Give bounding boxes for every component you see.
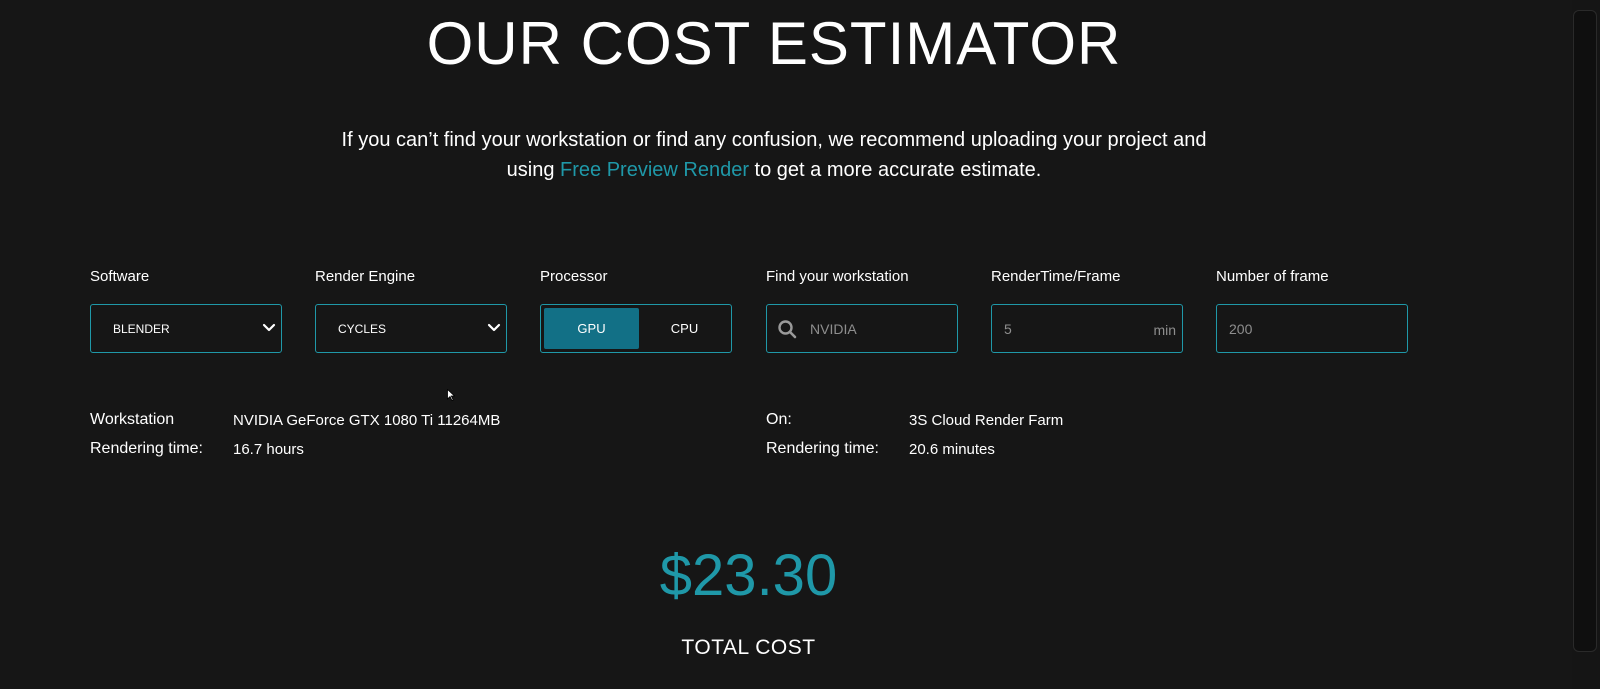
render-time-unit: min xyxy=(1153,322,1176,338)
frames-value: 200 xyxy=(1229,321,1253,337)
scrollbar-track[interactable] xyxy=(1572,0,1600,689)
local-rendering-time-value: 16.7 hours xyxy=(233,441,304,458)
intro-line-2: using Free Preview Render to get a more … xyxy=(0,155,1548,185)
cost-estimator-page: OUR COST ESTIMATOR If you can’t find you… xyxy=(0,0,1600,689)
software-label: Software xyxy=(90,268,150,285)
workstation-search-label: Find your workstation xyxy=(766,268,909,285)
total-cost-amount: $23.30 xyxy=(659,543,838,608)
chevron-down-icon xyxy=(487,323,501,332)
render-engine-label: Render Engine xyxy=(315,268,416,285)
farm-rendering-time-label: Rendering time: xyxy=(766,440,879,457)
processor-label: Processor xyxy=(540,268,608,285)
software-select[interactable]: BLENDER xyxy=(90,304,282,353)
chevron-down-icon xyxy=(262,323,276,332)
farm-rendering-time-value: 20.6 minutes xyxy=(909,441,995,458)
software-select-value: BLENDER xyxy=(113,322,170,336)
workstation-search-value: NVIDIA xyxy=(810,321,857,337)
intro-text: If you can’t find your workstation or fi… xyxy=(0,125,1548,185)
intro-line-1: If you can’t find your workstation or fi… xyxy=(341,129,1207,151)
cpu-toggle-button[interactable]: CPU xyxy=(639,308,730,349)
mouse-cursor-icon xyxy=(447,389,455,401)
free-preview-render-link[interactable]: Free Preview Render xyxy=(560,159,749,181)
farm-on-value: 3S Cloud Render Farm xyxy=(909,412,1064,429)
search-icon xyxy=(778,320,797,339)
render-engine-select-value: CYCLES xyxy=(338,322,387,336)
workstation-result-value: NVIDIA GeForce GTX 1080 Ti 11264MB xyxy=(233,412,501,429)
gpu-toggle-button[interactable]: GPU xyxy=(544,308,639,349)
page-title: OUR COST ESTIMATOR xyxy=(426,10,1122,77)
render-engine-select[interactable]: CYCLES xyxy=(315,304,507,353)
intro-line-2-start: using xyxy=(506,159,561,181)
render-time-value: 5 xyxy=(1004,321,1012,337)
processor-toggle: GPU CPU xyxy=(540,304,732,353)
intro-line-2-end: to get a more accurate estimate. xyxy=(748,159,1042,181)
farm-on-label: On: xyxy=(766,411,792,428)
total-cost-label: TOTAL COST xyxy=(681,636,816,659)
workstation-result-label: Workstation xyxy=(90,411,175,428)
workstation-search-input[interactable]: NVIDIA xyxy=(766,304,958,353)
frames-input[interactable]: 200 xyxy=(1216,304,1408,353)
local-rendering-time-label: Rendering time: xyxy=(90,440,203,457)
scrollbar-thumb[interactable] xyxy=(1573,10,1597,652)
render-time-label: RenderTime/Frame xyxy=(991,268,1121,285)
frames-label: Number of frame xyxy=(1216,268,1329,285)
render-time-input[interactable]: 5 min xyxy=(991,304,1183,353)
